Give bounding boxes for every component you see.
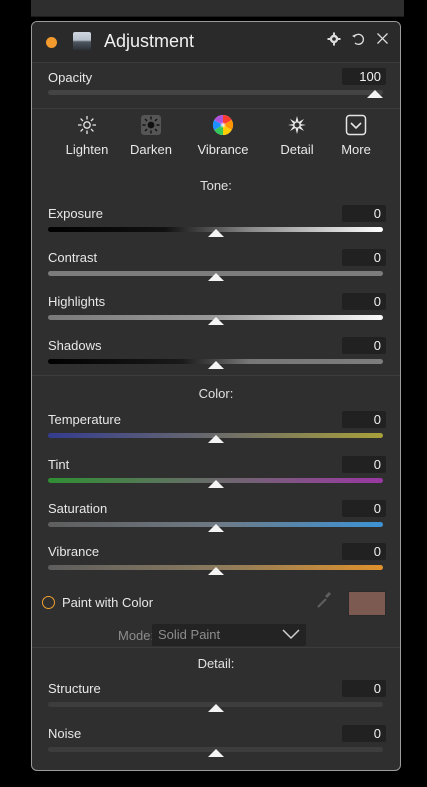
paint-color-swatch[interactable] [348, 591, 386, 616]
layer-thumbnail [73, 32, 91, 50]
slider-label: Structure [48, 681, 101, 696]
slider-label: Temperature [48, 412, 121, 427]
paint-with-color-row: Paint with Color [32, 591, 400, 621]
slider-thumb[interactable] [207, 567, 224, 575]
slider-label: Contrast [48, 250, 98, 265]
slider-value[interactable]: 0 [342, 411, 386, 428]
paint-label: Paint with Color [62, 595, 154, 610]
opacity-value[interactable]: 100 [342, 68, 386, 85]
tab-label: Lighten [65, 142, 109, 157]
mode-value: Solid Paint [158, 627, 221, 642]
slider-thumb[interactable] [207, 361, 224, 369]
detail-section-title: Detail: [197, 656, 235, 671]
window-top-strip [31, 0, 404, 17]
slider-thumb[interactable] [207, 273, 224, 281]
divider [32, 108, 400, 109]
slider-thumb[interactable] [207, 229, 224, 237]
slider-label: Highlights [48, 294, 106, 309]
color-wheel-icon [192, 114, 254, 136]
slider-value[interactable]: 0 [342, 456, 386, 473]
adjustment-tabs: Lighten Darken Vibrance Detail More [32, 114, 400, 170]
tab-vibrance[interactable]: Vibrance [192, 114, 254, 157]
slider-value[interactable]: 0 [342, 293, 386, 310]
mode-select[interactable]: Solid Paint [152, 624, 306, 646]
opacity-label: Opacity [48, 70, 93, 85]
slider-value[interactable]: 0 [342, 680, 386, 697]
slider-thumb[interactable] [207, 480, 224, 488]
sun-outline-icon [56, 114, 118, 136]
slider-label: Tint [48, 457, 70, 472]
mode-label: Mode: [118, 628, 155, 643]
tone-section-title: Tone: [200, 178, 232, 193]
sparkle-icon [266, 114, 328, 136]
eyedropper-icon[interactable] [316, 591, 332, 614]
slider-value[interactable]: 0 [342, 543, 386, 560]
slider-value[interactable]: 0 [342, 205, 386, 222]
tab-detail[interactable]: Detail [266, 114, 328, 157]
color-section-title: Color: [198, 386, 234, 401]
chevron-down-box-icon [325, 114, 387, 136]
header-icon-group [326, 32, 390, 51]
slider-thumb[interactable] [207, 749, 224, 757]
close-icon[interactable] [374, 32, 390, 51]
opacity-track[interactable] [48, 90, 383, 95]
tab-label: More [341, 142, 371, 157]
divider [32, 647, 400, 648]
tab-darken[interactable]: Darken [120, 114, 182, 157]
slider-value[interactable]: 0 [342, 337, 386, 354]
adjustment-panel: Adjustment Opacity 100 Lighten Darken Vi… [31, 21, 401, 771]
slider-label: Vibrance [48, 544, 100, 559]
slider-label: Saturation [48, 501, 108, 516]
slider-thumb[interactable] [207, 704, 224, 712]
panel-title: Adjustment [104, 31, 195, 51]
slider-thumb[interactable] [207, 435, 224, 443]
slider-thumb[interactable] [207, 524, 224, 532]
slider-label: Noise [48, 726, 82, 741]
paint-toggle[interactable] [42, 596, 55, 609]
panel-header[interactable]: Adjustment [32, 22, 400, 63]
opacity-thumb[interactable] [367, 90, 383, 98]
slider-label: Exposure [48, 206, 103, 221]
sun-filled-icon [120, 114, 182, 136]
tab-lighten[interactable]: Lighten [56, 114, 118, 157]
layer-active-dot[interactable] [46, 37, 57, 48]
tab-label: Darken [130, 142, 172, 157]
reset-icon[interactable] [350, 32, 366, 51]
tab-label: Detail [280, 142, 314, 157]
slider-value[interactable]: 0 [342, 725, 386, 742]
paint-mode-row: Mode: Solid Paint [32, 624, 400, 648]
slider-value[interactable]: 0 [342, 249, 386, 266]
divider [32, 375, 400, 376]
chevron-down-icon [282, 626, 300, 649]
gear-icon[interactable] [326, 32, 342, 51]
slider-value[interactable]: 0 [342, 500, 386, 517]
tab-label: Vibrance [197, 142, 249, 157]
tab-more[interactable]: More [325, 114, 387, 157]
slider-thumb[interactable] [207, 317, 224, 325]
slider-label: Shadows [48, 338, 102, 353]
